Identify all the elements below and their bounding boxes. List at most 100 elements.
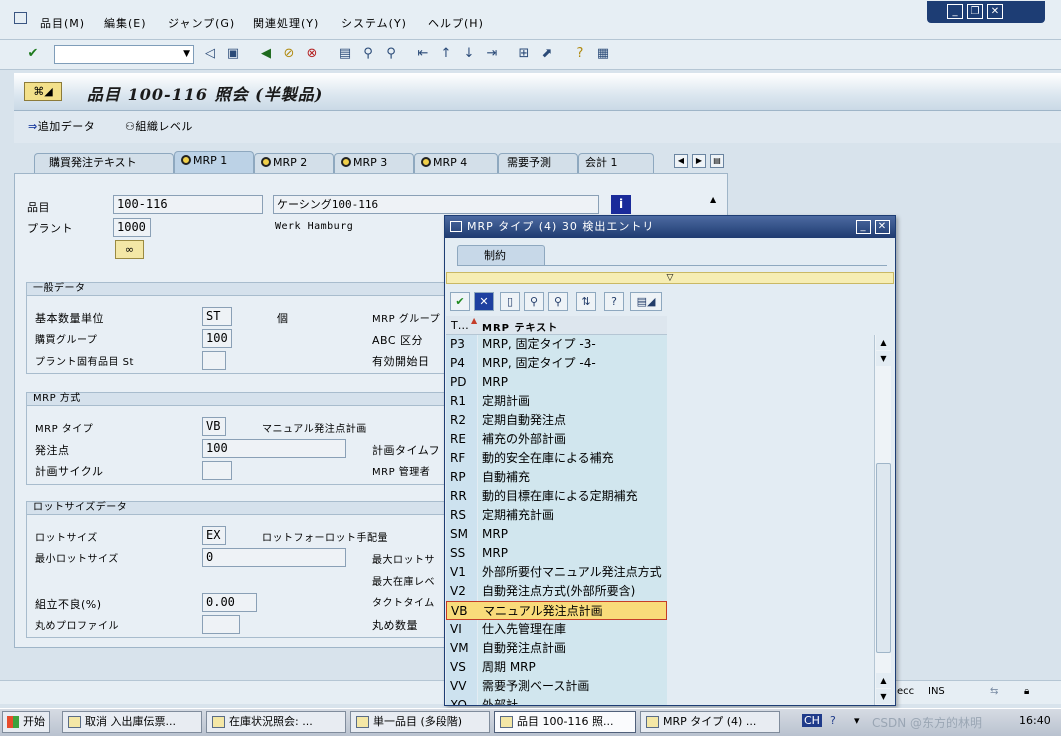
enter-icon[interactable]: ✔ <box>24 45 42 63</box>
glasses-icon[interactable]: ∞ <box>115 240 144 259</box>
list-item[interactable]: VM 自動発注点計画 <box>446 639 667 658</box>
list-item[interactable]: PD MRP <box>446 373 667 392</box>
list-item[interactable]: SS MRP <box>446 544 667 563</box>
menu-system[interactable]: システム(Y) <box>341 15 407 31</box>
tab-list-icon[interactable]: ▤ <box>710 154 724 168</box>
task-button-mrp-type[interactable]: MRP タイプ (4) ... <box>640 711 780 733</box>
list-item[interactable]: P4 MRP, 固定タイプ -4- <box>446 354 667 373</box>
list-item[interactable]: VV 需要予測ベース計画 <box>446 677 667 696</box>
tab-restrictions[interactable]: 制約 <box>457 245 545 266</box>
restriction-toggle[interactable]: ▽ <box>446 272 894 284</box>
list-item[interactable]: R2 定期自動発注点 <box>446 411 667 430</box>
purch-group-field[interactable]: 100 <box>202 329 232 348</box>
start-button[interactable]: 开始 <box>2 711 50 733</box>
tab-mrp2[interactable]: MRP 2 <box>254 153 334 173</box>
menu-goto[interactable]: ジャンプ(G) <box>168 15 235 31</box>
minimize-icon[interactable]: _ <box>947 4 963 19</box>
layout-menu-icon[interactable]: ▦ <box>594 45 612 63</box>
scroll-up-icon[interactable]: ▲ <box>876 335 891 350</box>
tab-forecast[interactable]: 需要予測 <box>498 153 578 173</box>
org-levels-button[interactable]: ⚇組織レベル <box>125 118 193 134</box>
task-button-single-material[interactable]: 単一品目 (多段階) <box>350 711 490 733</box>
find-next-icon[interactable]: ⚲ <box>382 45 400 63</box>
list-item[interactable]: V1 外部所要付マニュアル発注点方式 <box>446 563 667 582</box>
print-icon[interactable]: ▤ <box>336 45 354 63</box>
vertical-scrollbar[interactable]: ▲ ▼ ▲ ▼ <box>874 335 891 705</box>
list-item[interactable]: VS 周期 MRP <box>446 658 667 677</box>
next-page-icon[interactable]: ↓ <box>460 45 478 63</box>
task-button-stock-overview[interactable]: 在庫状況照会: ... <box>206 711 346 733</box>
window-menu-icon[interactable] <box>14 12 27 24</box>
collapse-icon[interactable]: ◁ <box>201 45 219 63</box>
list-item[interactable]: SM MRP <box>446 525 667 544</box>
save-icon[interactable]: ▣ <box>224 45 242 63</box>
task-button-cancel-doc[interactable]: 取消 入出庫伝票... <box>62 711 202 733</box>
back-icon[interactable]: ◀ <box>257 45 275 63</box>
sort-icon[interactable]: ⇅ <box>576 292 596 311</box>
scroll-down-end-icon[interactable]: ▼ <box>876 689 891 704</box>
find-icon[interactable]: ⚲ <box>524 292 544 311</box>
min-lot-field[interactable]: 0 <box>202 548 346 567</box>
col-text-header[interactable]: MRP テキスト <box>482 319 558 334</box>
material-field[interactable]: 100-116 <box>113 195 263 214</box>
scroll-thumb[interactable] <box>876 463 891 653</box>
cancel-icon[interactable]: ✕ <box>474 292 494 311</box>
list-item[interactable]: VI 仕入先管理在庫 <box>446 620 667 639</box>
reorder-point-field[interactable]: 100 <box>202 439 346 458</box>
col-type-header[interactable]: T… <box>451 319 469 332</box>
assembly-scrap-field[interactable]: 0.00 <box>202 593 257 612</box>
mrp-type-field[interactable]: VB <box>202 417 226 436</box>
menu-environment[interactable]: 関連処理(Y) <box>253 15 319 31</box>
menu-help[interactable]: ヘルプ(H) <box>428 15 484 31</box>
first-page-icon[interactable]: ⇤ <box>414 45 432 63</box>
command-field[interactable]: ▼ <box>54 45 194 64</box>
lot-size-field[interactable]: EX <box>202 526 226 545</box>
tab-mrp4[interactable]: MRP 4 <box>414 153 498 173</box>
cancel-icon[interactable]: ⊗ <box>303 45 321 63</box>
list-item[interactable]: VB マニュアル発注点計画 <box>446 601 667 620</box>
list-item[interactable]: XO 外部計 <box>446 696 667 705</box>
tab-scroll-right-icon[interactable]: ▶ <box>692 154 706 168</box>
list-item[interactable]: RS 定期補充計画 <box>446 506 667 525</box>
help-tray-icon[interactable]: ? <box>830 714 836 727</box>
new-session-icon[interactable]: ⊞ <box>515 45 533 63</box>
popup-minimize-icon[interactable]: _ <box>856 220 871 234</box>
panel-scroll-up-icon[interactable]: ▲ <box>710 195 716 204</box>
list-item[interactable]: RR 動的目標在庫による定期補充 <box>446 487 667 506</box>
list-item[interactable]: P3 MRP, 固定タイプ -3- <box>446 335 667 354</box>
dropdown-icon[interactable]: ▼ <box>183 49 190 59</box>
shortcut-icon[interactable]: ⬈ <box>538 45 556 63</box>
ok-icon[interactable]: ✔ <box>450 292 470 311</box>
scroll-down-icon[interactable]: ▼ <box>876 351 891 366</box>
info-icon[interactable]: i <box>611 195 631 214</box>
find-next-icon[interactable]: ⚲ <box>548 292 568 311</box>
list-item[interactable]: V2 自動発注点方式(外部所要含) <box>446 582 667 601</box>
help-icon[interactable]: ? <box>571 45 589 63</box>
prev-page-icon[interactable]: ↑ <box>437 45 455 63</box>
menu-material[interactable]: 品目(M) <box>40 15 85 31</box>
base-uom-field[interactable]: ST <box>202 307 232 326</box>
tab-purchase-text[interactable]: 購買発注テキスト <box>34 153 174 173</box>
list-item[interactable]: RE 補充の外部計画 <box>446 430 667 449</box>
menu-edit[interactable]: 編集(E) <box>104 15 147 31</box>
additional-data-button[interactable]: ⇒追加データ <box>28 118 95 134</box>
plant-status-field[interactable] <box>202 351 226 370</box>
tray-menu-icon[interactable]: ▾ <box>854 714 860 727</box>
list-item[interactable]: R1 定期計画 <box>446 392 667 411</box>
close-icon[interactable]: ✕ <box>987 4 1003 19</box>
tab-accounting1[interactable]: 会計 1 <box>578 153 654 173</box>
info-help-icon[interactable]: ? <box>604 292 624 311</box>
planning-cycle-field[interactable] <box>202 461 232 480</box>
print-icon[interactable]: ▤◢ <box>630 292 662 311</box>
new-entry-icon[interactable]: ▯ <box>500 292 520 311</box>
restore-icon[interactable]: ❐ <box>967 4 983 19</box>
list-item[interactable]: RP 自動補充 <box>446 468 667 487</box>
task-button-material-display[interactable]: 品目 100-116 照... <box>494 711 636 733</box>
tab-mrp3[interactable]: MRP 3 <box>334 153 414 173</box>
tab-mrp1[interactable]: MRP 1 <box>174 151 254 174</box>
plant-field[interactable]: 1000 <box>113 218 151 237</box>
list-item[interactable]: RF 動的安全在庫による補充 <box>446 449 667 468</box>
display-change-icon[interactable]: ⌘◢ <box>24 82 62 101</box>
exit-icon[interactable]: ⊘ <box>280 45 298 63</box>
scroll-up-end-icon[interactable]: ▲ <box>876 673 891 688</box>
